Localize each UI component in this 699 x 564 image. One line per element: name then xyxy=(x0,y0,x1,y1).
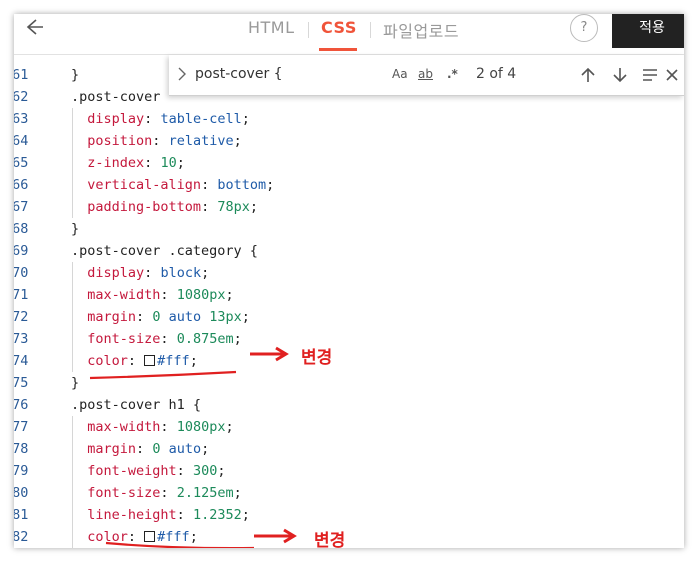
code-text: font-weight: 300; xyxy=(87,463,226,479)
line-number: 982 xyxy=(14,529,29,545)
code-text: display: table-cell; xyxy=(87,111,250,127)
code-text: } xyxy=(71,375,80,391)
editor-window: HTML CSS 파일업로드 ? 적용 961}962.post-cover96… xyxy=(14,14,684,548)
tab-divider xyxy=(370,22,371,38)
line-number: 979 xyxy=(14,463,29,479)
code-text: padding-bottom: 78px; xyxy=(87,199,258,215)
code-text: margin: 0 auto; xyxy=(87,441,210,457)
line-number: 967 xyxy=(14,199,29,215)
arrow-up-icon[interactable] xyxy=(579,66,597,84)
help-icon[interactable]: ? xyxy=(570,14,598,42)
code-text: .post-cover .category { xyxy=(71,243,258,259)
code-text: max-width: 1080px; xyxy=(87,419,234,435)
editor-tab-bar: HTML CSS 파일업로드 ? 적용 xyxy=(14,14,684,55)
code-text: font-size: 0.875em; xyxy=(87,331,242,347)
line-number: 972 xyxy=(14,309,29,325)
line-number: 965 xyxy=(14,155,29,171)
code-text: margin: 0 auto 13px; xyxy=(87,309,250,325)
line-number: 974 xyxy=(14,353,29,369)
find-widget: Aa ab .* 2 of 4 xyxy=(169,55,684,96)
tab-divider xyxy=(308,22,309,38)
chevron-right-icon[interactable] xyxy=(177,67,187,81)
line-number: 963 xyxy=(14,111,29,127)
line-number: 973 xyxy=(14,331,29,347)
line-number: 969 xyxy=(14,243,29,259)
code-text: max-width: 1080px; xyxy=(87,287,234,303)
line-number: 968 xyxy=(14,221,29,237)
back-arrow-icon[interactable] xyxy=(22,16,44,38)
code-text: color: #fff; xyxy=(87,353,198,369)
arrow-down-icon[interactable] xyxy=(611,66,629,84)
regex-toggle[interactable]: .* xyxy=(447,67,458,81)
tab-css[interactable]: CSS xyxy=(321,18,357,37)
line-number: 971 xyxy=(14,287,29,303)
code-text: font-size: 2.125em; xyxy=(87,485,242,501)
annotation-label: 변경 xyxy=(314,531,346,548)
close-icon[interactable] xyxy=(663,66,681,84)
code-text: .post-cover xyxy=(71,89,161,105)
code-text: .post-cover h1 { xyxy=(71,397,202,413)
code-text: z-index: 10; xyxy=(87,155,185,171)
line-number: 977 xyxy=(14,419,29,435)
match-count: 2 of 4 xyxy=(476,66,517,82)
code-text: color: #fff; xyxy=(87,529,198,545)
color-swatch[interactable] xyxy=(144,355,156,366)
find-in-selection-icon[interactable] xyxy=(641,66,659,84)
code-editor[interactable]: 961} 962 .post-cover 963 display: table-cel… xyxy=(14,54,684,548)
tab-html[interactable]: HTML xyxy=(248,18,295,37)
line-number: 981 xyxy=(14,507,29,523)
line-number: 980 xyxy=(14,485,29,501)
code-text: position: relative; xyxy=(87,133,242,149)
indent-guide xyxy=(72,108,73,218)
line-number: 970 xyxy=(14,265,29,281)
code-text: } xyxy=(71,221,80,237)
code-text: } xyxy=(71,67,80,83)
line-number: 976 xyxy=(14,397,29,413)
line-number: 975 xyxy=(14,375,29,391)
line-number: 961 xyxy=(14,67,29,83)
line-number: 962 xyxy=(14,89,29,105)
match-whole-word-toggle[interactable]: ab xyxy=(418,67,433,81)
apply-button[interactable]: 적용 xyxy=(612,14,684,48)
indent-guide xyxy=(72,262,73,372)
line-number: 966 xyxy=(14,177,29,193)
code-text: display: block; xyxy=(87,265,210,281)
indent-guide xyxy=(72,416,73,548)
color-swatch[interactable] xyxy=(144,531,156,542)
line-number: 978 xyxy=(14,441,29,457)
match-case-toggle[interactable]: Aa xyxy=(392,67,408,81)
code-text: vertical-align: bottom; xyxy=(87,177,275,193)
active-tab-indicator xyxy=(319,48,357,51)
line-number: 964 xyxy=(14,133,29,149)
code-text: line-height: 1.2352; xyxy=(87,507,250,523)
find-input[interactable] xyxy=(195,63,380,85)
annotation-label: 변경 xyxy=(301,348,333,368)
tab-file-upload[interactable]: 파일업로드 xyxy=(383,18,459,42)
